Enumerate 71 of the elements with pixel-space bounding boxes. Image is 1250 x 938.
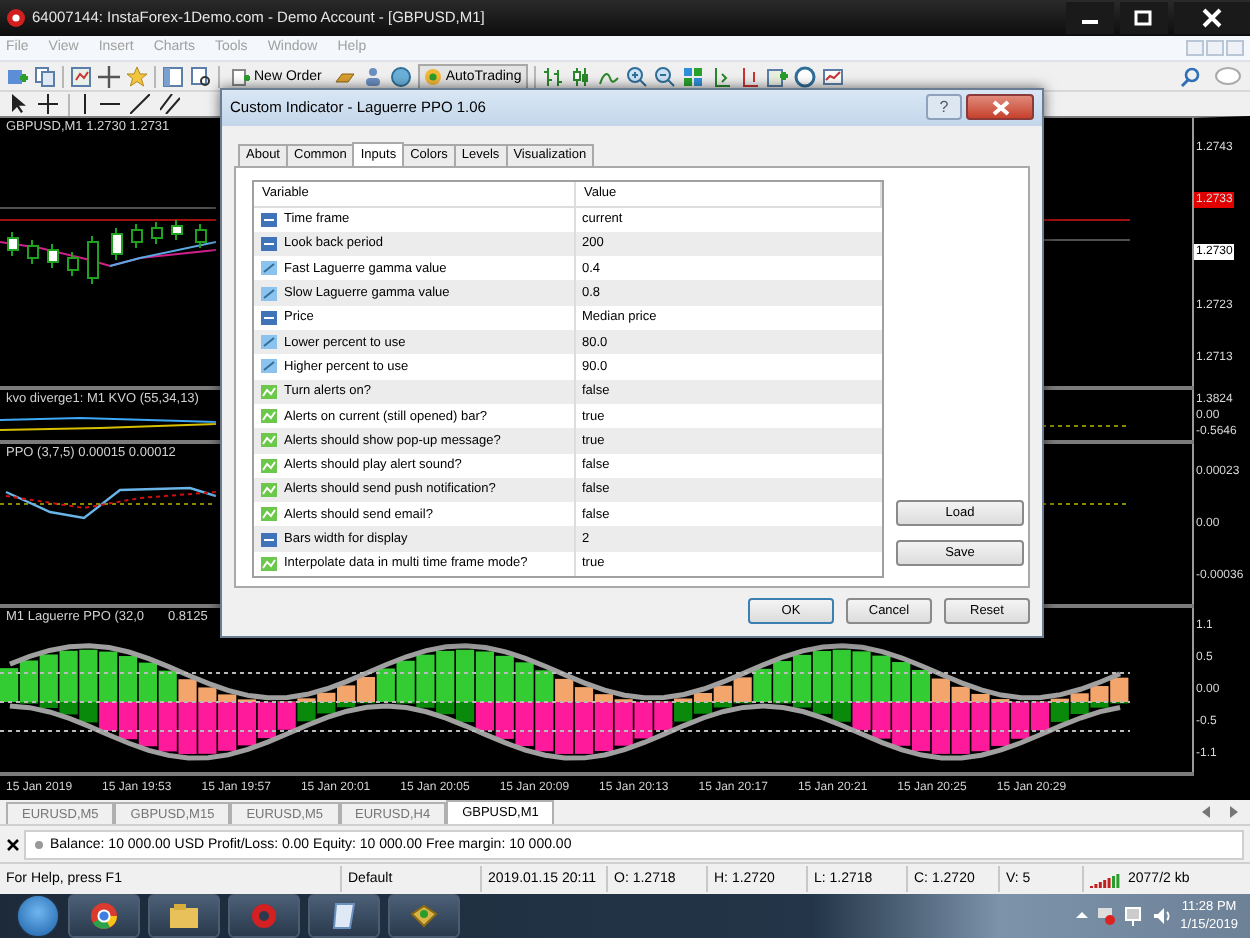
profiles-icon[interactable] [34,65,56,88]
network-icon[interactable] [1124,905,1145,926]
number-type-icon [260,334,278,351]
candle [27,239,39,266]
taskbar-button[interactable] [228,893,300,938]
star-icon[interactable] [126,65,148,88]
autotrading-icon [423,67,442,86]
candle [67,251,79,278]
taskbar-button[interactable] [308,893,380,938]
status-dot-icon [34,839,44,850]
start-button[interactable] [16,893,60,938]
minimize-button[interactable] [1066,1,1114,34]
flag-icon[interactable] [1096,905,1117,926]
speaker-icon[interactable] [1152,905,1173,926]
package-icon [410,903,438,928]
enum-type-icon [260,531,278,548]
show-hidden-icon[interactable] [1076,910,1089,921]
help-button[interactable]: ? [926,94,962,121]
channel-icon[interactable] [160,94,180,115]
autoscroll-icon[interactable] [737,65,760,88]
vertical-line-icon[interactable] [80,94,90,115]
close-button[interactable] [966,94,1034,121]
number-type-icon [260,285,278,302]
taskbar-button[interactable] [68,893,140,938]
candle [47,243,59,270]
number-type-icon [260,260,278,277]
close-button[interactable] [1174,1,1250,34]
taskbar-button[interactable] [148,893,220,938]
close-icon[interactable] [6,837,20,852]
notepad-icon [331,901,357,930]
boolean-type-icon [260,383,278,400]
number-type-icon [260,358,278,375]
indicators-icon[interactable] [765,65,788,88]
boolean-type-icon [260,481,278,498]
window-icon[interactable] [162,65,184,88]
crosshair-icon[interactable] [38,94,58,115]
close-icon [1202,7,1222,28]
chart-shift-icon[interactable] [709,65,732,88]
browser-icon [90,901,118,930]
search-icon[interactable] [1180,65,1202,88]
candle [131,223,143,250]
maximize-icon [1134,8,1154,27]
candle [151,221,163,246]
crosshair-move-icon[interactable] [98,65,120,88]
connection-bars-icon [1090,870,1122,889]
tester-icon[interactable] [190,65,212,88]
candle [7,231,19,258]
people-icon[interactable] [361,65,384,88]
folder-icon [170,903,198,928]
scroll-right-icon[interactable] [1228,806,1238,819]
zoom-out-icon[interactable] [653,65,676,88]
taskbar-button[interactable] [388,893,460,938]
boolean-type-icon [260,432,278,449]
cursor-icon[interactable] [10,94,28,115]
trendline-icon[interactable] [130,94,150,115]
zoom-in-icon[interactable] [625,65,648,88]
candle [171,219,183,242]
tile-windows-icon[interactable] [681,65,704,88]
new-order-icon [232,67,250,86]
candle [87,235,99,286]
maximize-button[interactable] [1120,1,1168,34]
app-logo-icon [6,7,26,28]
candle-chart-icon[interactable] [569,65,592,88]
bar-chart-icon[interactable] [541,65,564,88]
candle [111,227,123,262]
close-icon [991,99,1009,116]
enum-type-icon [260,235,278,252]
scroll-left-icon[interactable] [1202,806,1212,819]
market-watch-icon[interactable] [70,65,92,88]
candle [195,223,207,250]
templates-icon[interactable] [821,65,844,88]
